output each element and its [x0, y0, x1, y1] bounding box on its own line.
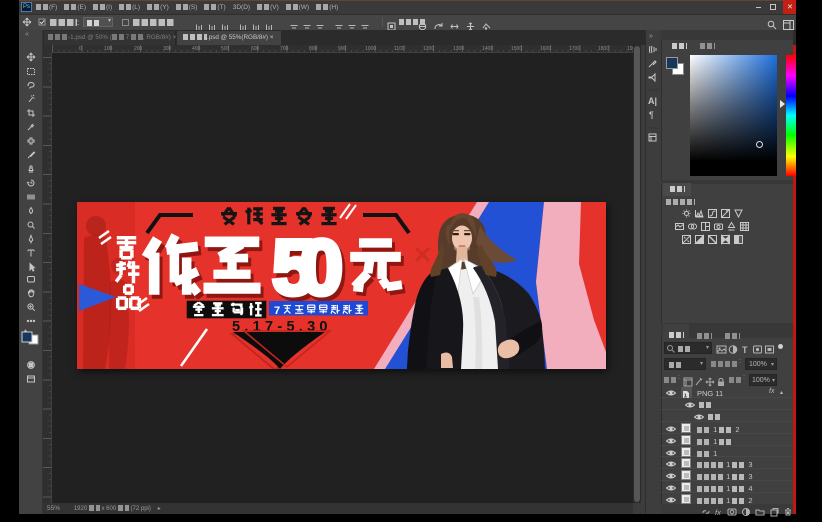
svg-text:fx: fx [715, 508, 721, 517]
svg-text:50: 50 [272, 223, 343, 311]
svg-text:¶: ¶ [649, 110, 654, 120]
svg-text:»: » [649, 33, 653, 40]
svg-text:A|: A| [648, 96, 657, 106]
svg-text:T: T [742, 345, 748, 355]
svg-text:7: 7 [274, 305, 280, 317]
